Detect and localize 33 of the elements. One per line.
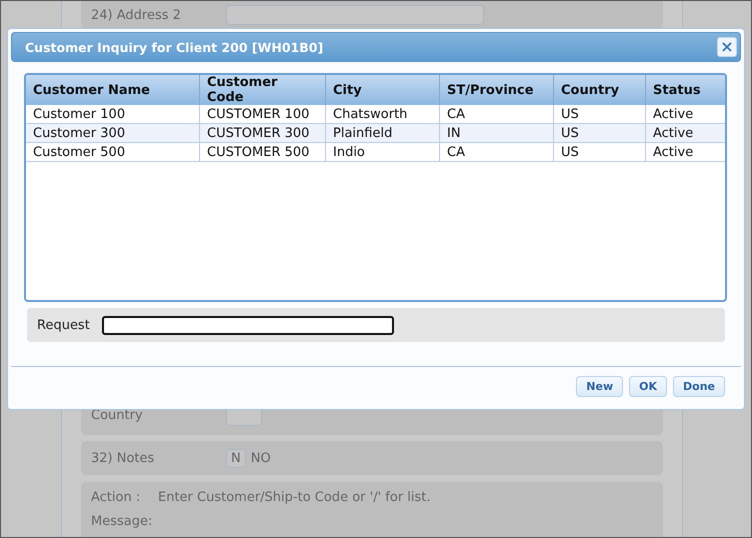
column-header[interactable]: Country xyxy=(554,75,646,105)
action-label: Action : xyxy=(91,490,142,505)
request-field[interactable] xyxy=(102,316,394,334)
table-cell: Active xyxy=(646,142,725,162)
field-label: 32) Notes xyxy=(91,450,156,466)
table-cell: Customer 300 xyxy=(26,124,200,142)
close-button[interactable]: × xyxy=(717,37,737,57)
table-cell: Active xyxy=(646,124,725,142)
column-header[interactable]: City xyxy=(326,75,440,105)
column-header[interactable]: Status xyxy=(646,75,725,105)
table-cell: Plainfield xyxy=(326,124,440,142)
action-text: Enter Customer/Ship-to Code or '/' for list. xyxy=(158,490,431,505)
table-cell: Customer 500 xyxy=(26,142,200,162)
table-cell: CUSTOMER 300 xyxy=(200,124,326,142)
message-label: Message: xyxy=(91,514,152,529)
dialog-title: Customer Inquiry for Client 200 [WH01B0] xyxy=(25,40,324,54)
column-header[interactable]: Customer Name xyxy=(26,75,200,105)
table-cell: Indio xyxy=(326,142,440,162)
table-cell: US xyxy=(554,142,646,162)
field-label: Country xyxy=(91,408,144,422)
dialog-button[interactable]: Done xyxy=(673,376,725,397)
table-cell: IN xyxy=(440,124,554,142)
table-cell: CUSTOMER 500 xyxy=(200,142,326,162)
field-label: 24) Address 2 xyxy=(91,8,182,22)
dialog-button[interactable]: New xyxy=(576,376,624,397)
column-header[interactable]: Customer Code xyxy=(200,75,326,105)
request-label: Request xyxy=(37,318,90,332)
table-cell: US xyxy=(554,124,646,142)
input-field[interactable] xyxy=(226,5,484,25)
column-header[interactable]: ST/Province xyxy=(440,75,554,105)
field-description: NO xyxy=(250,450,271,466)
table-cell: CA xyxy=(440,142,554,162)
dialog-button[interactable]: OK xyxy=(629,376,668,397)
